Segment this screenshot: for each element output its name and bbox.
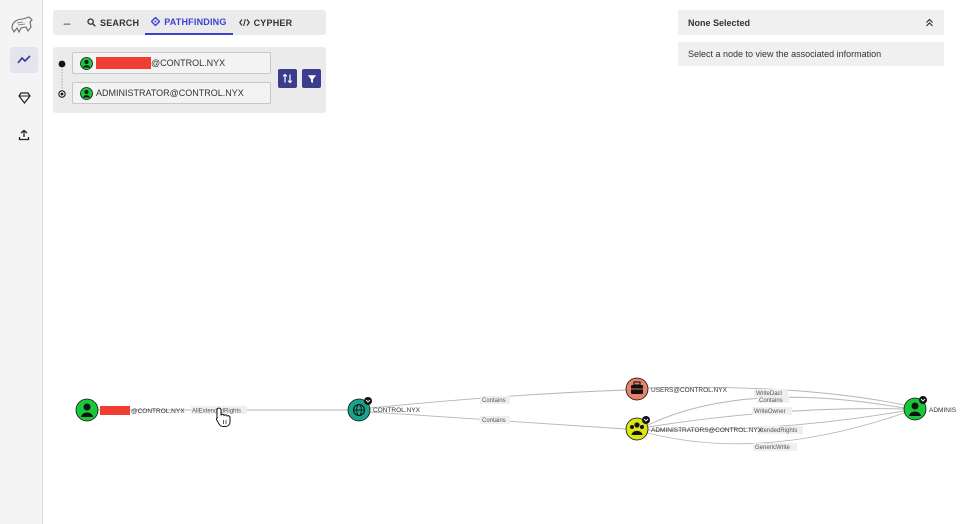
edge-label: Contains [482, 398, 506, 404]
gem-nav-button[interactable] [10, 85, 38, 111]
upload-nav-button[interactable] [10, 122, 38, 148]
graph-node-users-group[interactable]: USERS@CONTROL.NYX [625, 377, 728, 401]
trend-line-icon [17, 55, 31, 64]
graph-node-domain[interactable]: CONTROL.NYX [347, 397, 421, 422]
redacted-username [100, 406, 130, 415]
node-label: @CONTROL.NYX [131, 408, 185, 415]
node-label: ADMINISTRATORS@CONTROL.NYX [651, 427, 763, 434]
upload-icon [18, 129, 30, 141]
node-label: USERS@CONTROL.NYX [651, 387, 728, 394]
edge-label: Contains [759, 398, 783, 404]
bloodhound-logo-icon [11, 16, 33, 34]
edge-label: Contains [482, 418, 506, 424]
node-label: CONTROL.NYX [373, 407, 421, 414]
edge-label: xtendedRights [759, 428, 797, 434]
graph-node-admins-group[interactable]: ADMINISTRATORS@CONTROL.NYX [625, 416, 763, 441]
container-icon [631, 385, 643, 394]
edge-label: WriteOwner [754, 409, 786, 415]
user-icon [911, 402, 919, 410]
node-label: ADMINIS [929, 407, 957, 414]
user-icon [83, 403, 91, 411]
left-sidebar [0, 0, 43, 524]
graph-edge-labels: AllExtendedRights Contains Contains Writ… [191, 389, 803, 451]
group-icon [634, 422, 640, 428]
graph-canvas[interactable]: AllExtendedRights Contains Contains Writ… [42, 0, 960, 524]
graph-node-admin-user[interactable]: ADMINIS [903, 396, 957, 421]
edge-label: GenericWrite [755, 445, 791, 451]
graph-node-source-user[interactable]: @CONTROL.NYX [75, 398, 185, 422]
gem-icon [17, 92, 31, 104]
explore-nav-button[interactable] [10, 47, 38, 73]
